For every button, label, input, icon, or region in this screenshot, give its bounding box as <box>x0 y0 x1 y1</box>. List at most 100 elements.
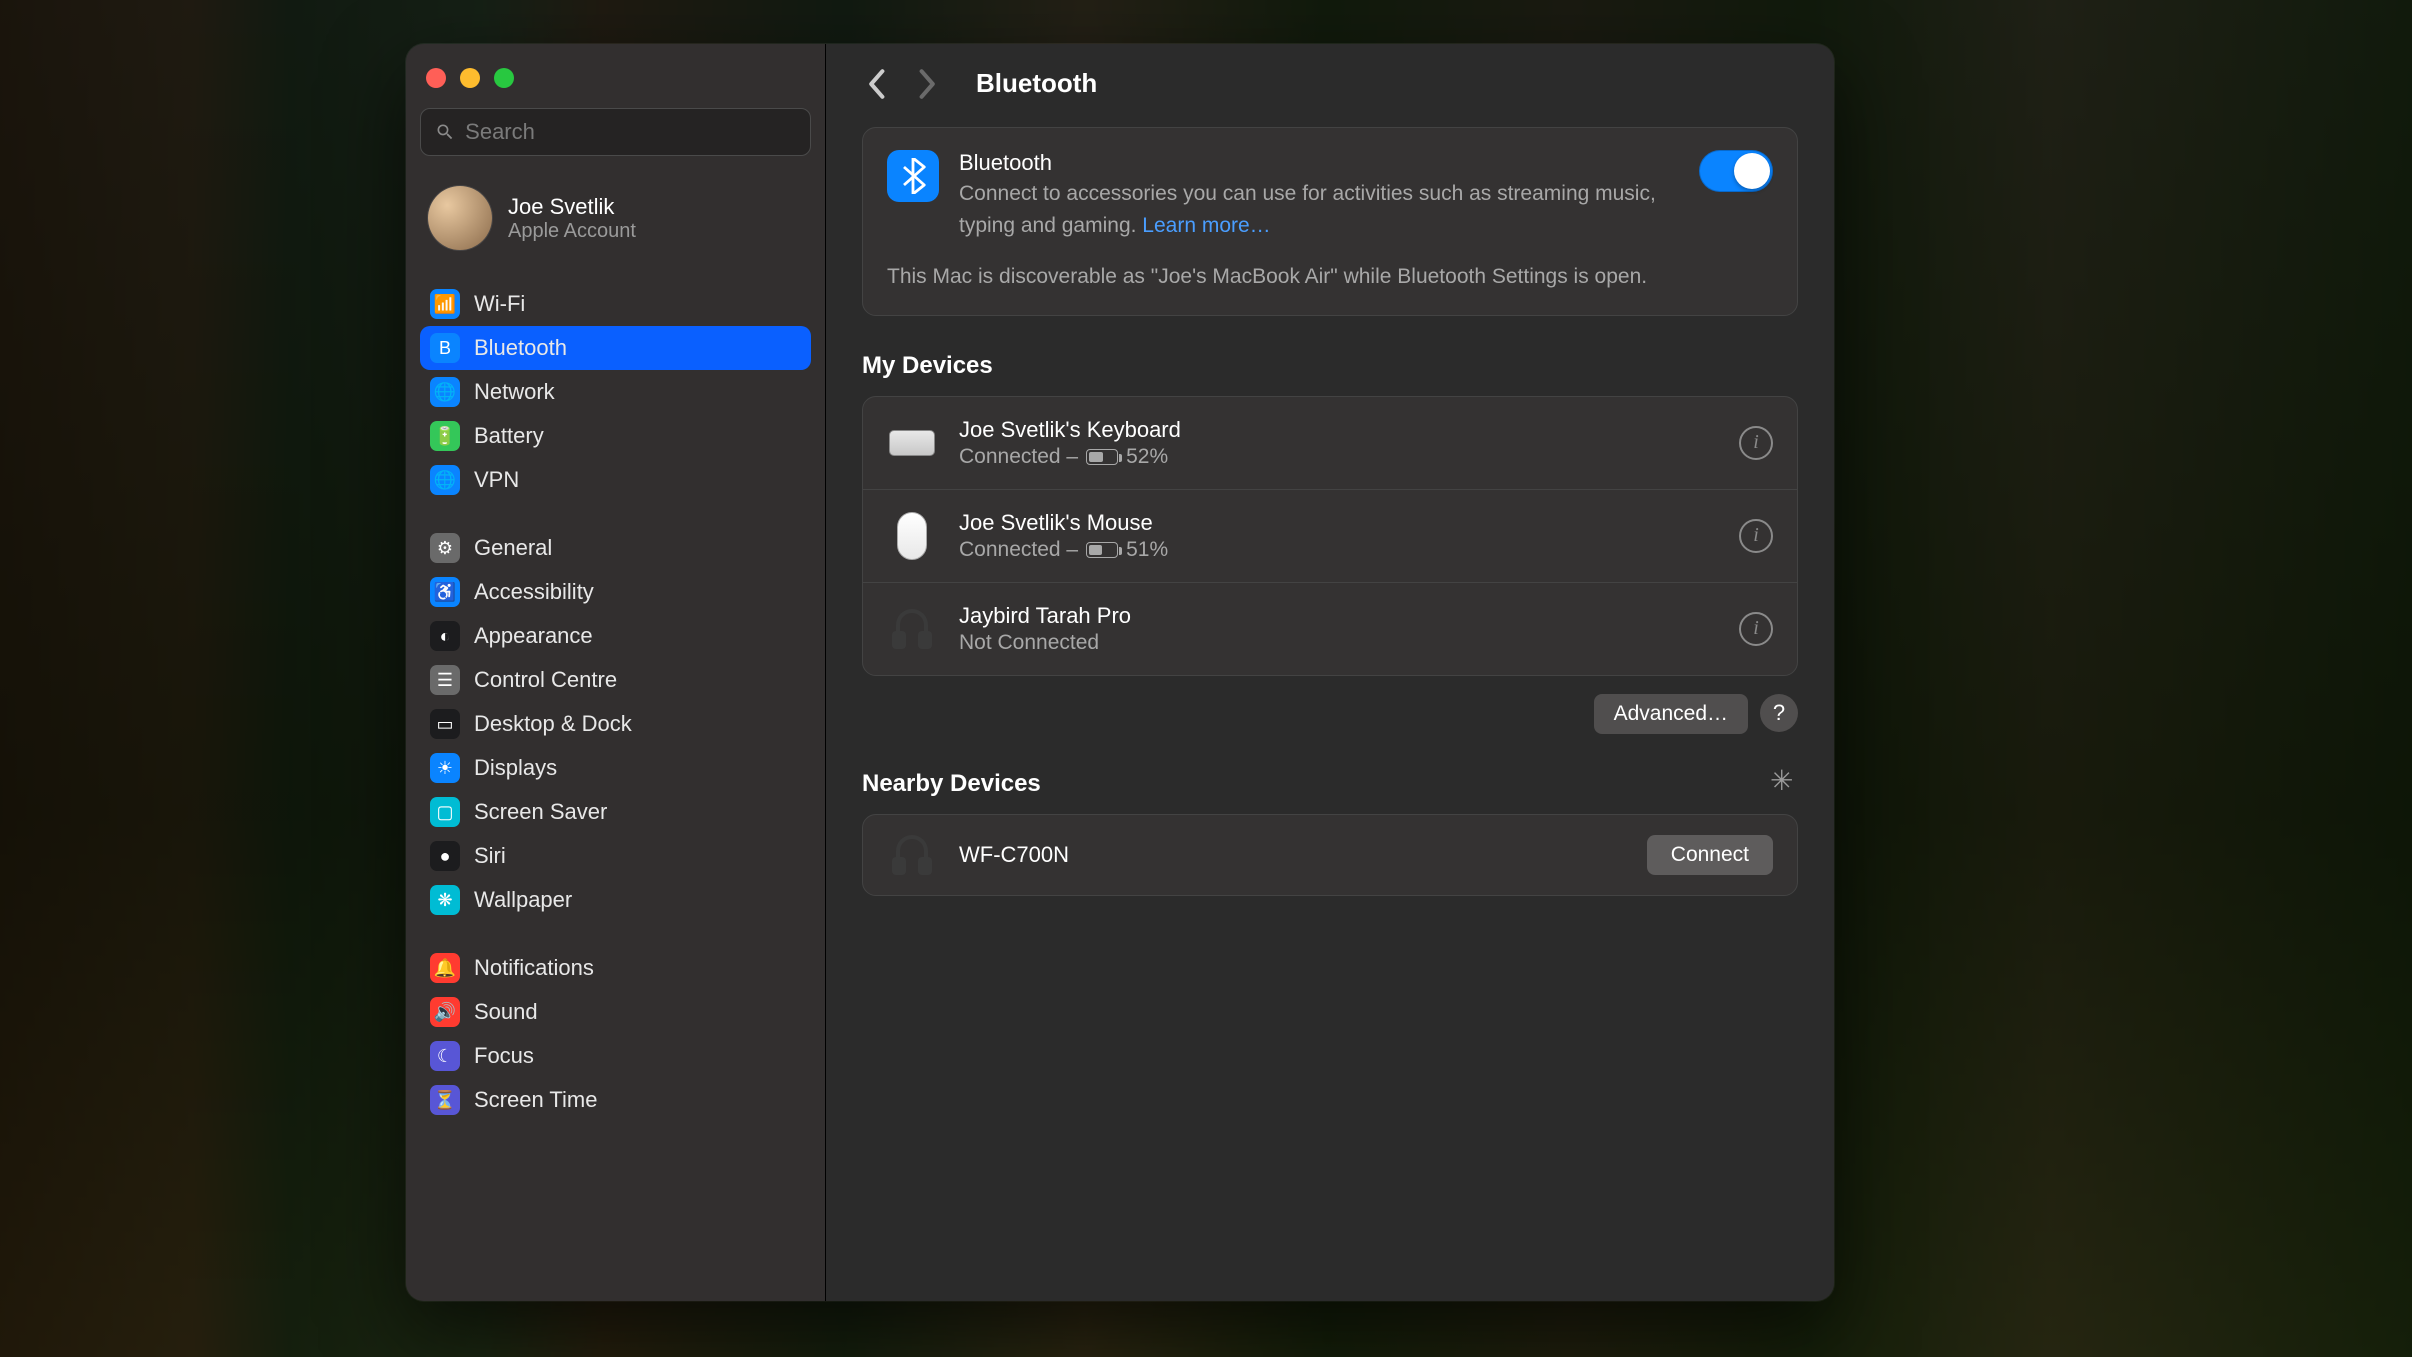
sidebar-item-label: Notifications <box>474 955 594 981</box>
vpn-icon: 🌐 <box>430 465 460 495</box>
sidebar-item-label: Displays <box>474 755 557 781</box>
my-devices-title: My Devices <box>862 352 1798 380</box>
sidebar-item-label: Network <box>474 379 555 405</box>
help-button[interactable]: ? <box>1760 694 1798 732</box>
my-devices-list: Joe Svetlik's Keyboard Connected – 52% i… <box>862 396 1798 676</box>
sidebar-item-label: Desktop & Dock <box>474 711 632 737</box>
displays-icon: ☀ <box>430 753 460 783</box>
sidebar-item-control-centre[interactable]: ☰ Control Centre <box>420 658 811 702</box>
sidebar-item-label: Wi-Fi <box>474 291 525 317</box>
minimize-window-button[interactable] <box>460 68 480 88</box>
bluetooth-icon <box>887 150 939 202</box>
wallpaper-icon: ❋ <box>430 885 460 915</box>
device-name: Jaybird Tarah Pro <box>959 603 1717 629</box>
sidebar-item-screen-saver[interactable]: ▢ Screen Saver <box>420 790 811 834</box>
search-input[interactable] <box>465 119 796 145</box>
appearance-icon: ◐ <box>430 621 460 651</box>
battery-icon <box>1086 542 1118 558</box>
advanced-button[interactable]: Advanced… <box>1594 694 1748 734</box>
desktop-dock-icon: ▭ <box>430 709 460 739</box>
focus-icon: ☾ <box>430 1041 460 1071</box>
sidebar-item-appearance[interactable]: ◐ Appearance <box>420 614 811 658</box>
device-row[interactable]: Jaybird Tarah Pro Not Connected i <box>863 583 1797 675</box>
bluetooth-desc: Connect to accessories you can use for a… <box>959 178 1679 241</box>
screen-saver-icon: ▢ <box>430 797 460 827</box>
sidebar-item-sound[interactable]: 🔊 Sound <box>420 990 811 1034</box>
sidebar-item-label: Wallpaper <box>474 887 572 913</box>
device-info-button[interactable]: i <box>1739 519 1773 553</box>
headphones-icon <box>890 835 934 875</box>
network-icon: 🌐 <box>430 377 460 407</box>
accessibility-icon: ♿ <box>430 577 460 607</box>
sidebar-item-wallpaper[interactable]: ❋ Wallpaper <box>420 878 811 922</box>
device-status: Connected – 52% <box>959 445 1717 469</box>
sound-icon: 🔊 <box>430 997 460 1027</box>
content-header: Bluetooth <box>862 68 1798 99</box>
sidebar-item-label: Appearance <box>474 623 593 649</box>
nearby-devices-title: Nearby Devices <box>862 770 1041 798</box>
device-name: WF-C700N <box>959 842 1625 868</box>
back-button[interactable] <box>862 70 890 98</box>
sidebar-item-notifications[interactable]: 🔔 Notifications <box>420 946 811 990</box>
headphones-icon <box>890 609 934 649</box>
sidebar-item-label: General <box>474 535 552 561</box>
device-row[interactable]: Joe Svetlik's Mouse Connected – 51% i <box>863 490 1797 583</box>
control-centre-icon: ☰ <box>430 665 460 695</box>
sidebar-item-label: Control Centre <box>474 667 617 693</box>
bluetooth-card: Bluetooth Connect to accessories you can… <box>862 127 1798 316</box>
close-window-button[interactable] <box>426 68 446 88</box>
sidebar-item-bluetooth[interactable]: B Bluetooth <box>420 326 811 370</box>
sidebar-item-wi-fi[interactable]: 📶 Wi-Fi <box>420 282 811 326</box>
sidebar-item-label: VPN <box>474 467 519 493</box>
sidebar-item-desktop-dock[interactable]: ▭ Desktop & Dock <box>420 702 811 746</box>
device-status: Connected – 51% <box>959 538 1717 562</box>
sidebar-item-general[interactable]: ⚙ General <box>420 526 811 570</box>
notifications-icon: 🔔 <box>430 953 460 983</box>
nearby-devices-list: WF-C700N Connect <box>862 814 1798 896</box>
device-row[interactable]: Joe Svetlik's Keyboard Connected – 52% i <box>863 397 1797 490</box>
search-icon <box>435 121 455 143</box>
sidebar-item-network[interactable]: 🌐 Network <box>420 370 811 414</box>
account-name: Joe Svetlik <box>508 194 636 220</box>
search-box[interactable] <box>420 108 811 156</box>
avatar <box>428 186 492 250</box>
forward-button[interactable] <box>914 70 942 98</box>
general-icon: ⚙ <box>430 533 460 563</box>
account-sub: Apple Account <box>508 220 636 243</box>
sidebar-item-focus[interactable]: ☾ Focus <box>420 1034 811 1078</box>
connect-button[interactable]: Connect <box>1647 835 1773 875</box>
mouse-icon <box>897 512 927 560</box>
nearby-device-row: WF-C700N Connect <box>863 815 1797 895</box>
page-title: Bluetooth <box>976 68 1097 99</box>
battery-icon <box>1086 449 1118 465</box>
sidebar-item-screen-time[interactable]: ⏳ Screen Time <box>420 1078 811 1122</box>
bluetooth-title: Bluetooth <box>959 150 1679 176</box>
sidebar-item-displays[interactable]: ☀ Displays <box>420 746 811 790</box>
learn-more-link[interactable]: Learn more… <box>1142 214 1270 237</box>
device-info-button[interactable]: i <box>1739 426 1773 460</box>
fullscreen-window-button[interactable] <box>494 68 514 88</box>
account-row[interactable]: Joe Svetlik Apple Account <box>420 176 811 274</box>
device-status: Not Connected <box>959 631 1717 655</box>
device-name: Joe Svetlik's Keyboard <box>959 417 1717 443</box>
sidebar-item-accessibility[interactable]: ♿ Accessibility <box>420 570 811 614</box>
sidebar-item-battery[interactable]: 🔋 Battery <box>420 414 811 458</box>
system-settings-window: Joe Svetlik Apple Account 📶 Wi-Fi B Blue… <box>406 44 1834 1301</box>
sidebar-item-label: Siri <box>474 843 506 869</box>
keyboard-icon <box>889 430 935 456</box>
battery-icon: 🔋 <box>430 421 460 451</box>
window-controls <box>420 62 811 108</box>
sidebar-item-label: Screen Time <box>474 1087 598 1113</box>
screen-time-icon: ⏳ <box>430 1085 460 1115</box>
sidebar: Joe Svetlik Apple Account 📶 Wi-Fi B Blue… <box>406 44 826 1301</box>
sidebar-item-label: Accessibility <box>474 579 594 605</box>
content-pane: Bluetooth Bluetooth Connect to accessori… <box>826 44 1834 1301</box>
sidebar-item-vpn[interactable]: 🌐 VPN <box>420 458 811 502</box>
sidebar-item-siri[interactable]: ● Siri <box>420 834 811 878</box>
device-info-button[interactable]: i <box>1739 612 1773 646</box>
spinner-icon <box>1770 770 1798 798</box>
sidebar-item-label: Focus <box>474 1043 534 1069</box>
bluetooth-icon: B <box>430 333 460 363</box>
bluetooth-toggle[interactable] <box>1699 150 1773 192</box>
sidebar-item-label: Sound <box>474 999 538 1025</box>
